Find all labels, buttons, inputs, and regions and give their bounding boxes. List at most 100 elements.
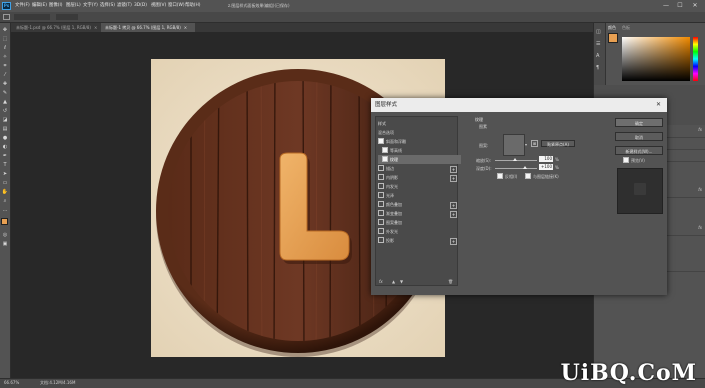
- lasso-tool-icon[interactable]: ℓ: [1, 44, 9, 52]
- tab-color[interactable]: 颜色: [608, 25, 616, 31]
- style-row[interactable]: 描边 +: [378, 164, 461, 173]
- scale-slider-handle[interactable]: [513, 158, 517, 161]
- minimize-button[interactable]: —: [660, 1, 672, 11]
- add-effect-icon[interactable]: +: [450, 238, 457, 245]
- tab-document-1[interactable]: 未标题-1.psd @ 66.7% (图层 1, RGB/8) ×: [12, 23, 100, 32]
- dodge-tool-icon[interactable]: ◐: [1, 143, 9, 151]
- brush-tool-icon[interactable]: ✎: [1, 89, 9, 97]
- style-checkbox[interactable]: [378, 228, 384, 234]
- quick-mask-icon[interactable]: ◎: [1, 231, 9, 239]
- new-preset-icon[interactable]: ⊞: [531, 140, 538, 147]
- style-checkbox[interactable]: [378, 219, 384, 225]
- scale-input[interactable]: 100: [539, 156, 553, 162]
- style-row[interactable]: 等高线: [378, 146, 461, 155]
- marquee-tool-icon[interactable]: ⬚: [1, 35, 9, 43]
- add-effect-icon[interactable]: +: [450, 211, 457, 218]
- type-tool-icon[interactable]: T: [1, 161, 9, 169]
- menu-item-10[interactable]: 帮助(H): [185, 2, 201, 10]
- foreground-color-swatch[interactable]: [1, 218, 8, 225]
- path-selection-tool-icon[interactable]: ➤: [1, 170, 9, 178]
- tab-document-2[interactable]: 未标题-1 拷贝 @ 66.7% (图层 1, RGB/8) ×: [101, 23, 195, 32]
- menu-item-9[interactable]: 窗口(W): [168, 2, 185, 10]
- depth-input[interactable]: +100: [539, 164, 553, 170]
- clone-stamp-tool-icon[interactable]: ▲: [1, 98, 9, 106]
- depth-slider-track[interactable]: [495, 168, 537, 169]
- healing-brush-tool-icon[interactable]: ✚: [1, 80, 9, 88]
- cancel-button[interactable]: 取消: [615, 132, 663, 141]
- tab-close-icon[interactable]: ×: [94, 25, 97, 30]
- style-row[interactable]: 渐变叠加 +: [378, 209, 461, 218]
- ok-button[interactable]: 确定: [615, 118, 663, 127]
- magic-wand-tool-icon[interactable]: ✧: [1, 53, 9, 61]
- style-row[interactable]: 斜面和浮雕: [378, 137, 461, 146]
- eraser-tool-icon[interactable]: ◪: [1, 116, 9, 124]
- style-row[interactable]: 图案叠加: [378, 218, 461, 227]
- invert-checkbox[interactable]: 反相(I): [497, 173, 517, 180]
- snap-to-origin-button[interactable]: 贴紧原点(A): [541, 140, 575, 147]
- add-effect-icon[interactable]: +: [450, 175, 457, 182]
- maximize-button[interactable]: ☐: [674, 1, 686, 11]
- menu-item-5[interactable]: 选择(S): [100, 2, 115, 10]
- chevron-down-icon[interactable]: ▾: [525, 142, 527, 147]
- more-tools-icon[interactable]: …: [1, 206, 9, 214]
- style-row[interactable]: 混合选项: [378, 128, 461, 137]
- style-checkbox[interactable]: [382, 156, 388, 162]
- close-window-button[interactable]: ✕: [689, 1, 701, 11]
- delete-effect-icon[interactable]: 🗑: [448, 279, 453, 284]
- depth-slider-handle[interactable]: [523, 166, 527, 169]
- menu-item-7[interactable]: 3D(D): [134, 2, 147, 10]
- gradient-tool-icon[interactable]: ▤: [1, 125, 9, 133]
- hand-tool-icon[interactable]: ✋: [1, 188, 9, 196]
- menu-item-6[interactable]: 滤镜(T): [117, 2, 132, 10]
- tool-preset-icon[interactable]: [3, 14, 10, 20]
- blur-tool-icon[interactable]: ●: [1, 134, 9, 142]
- style-row[interactable]: 光泽: [378, 191, 461, 200]
- style-row[interactable]: 颜色叠加 +: [378, 200, 461, 209]
- checkbox-box[interactable]: [623, 157, 629, 163]
- tab-swatches[interactable]: 色板: [622, 25, 630, 31]
- move-down-icon[interactable]: ▼: [400, 279, 403, 284]
- properties-panel-icon[interactable]: ☰: [596, 41, 600, 47]
- link-with-layer-checkbox[interactable]: 与图层链接(K): [525, 173, 559, 180]
- style-row[interactable]: 内阴影 +: [378, 173, 461, 182]
- style-checkbox[interactable]: [378, 210, 384, 216]
- menu-item-2[interactable]: 图像(I): [49, 2, 63, 10]
- style-checkbox[interactable]: [378, 192, 384, 198]
- shape-tool-icon[interactable]: ▭: [1, 179, 9, 187]
- crop-tool-icon[interactable]: ⌗: [1, 62, 9, 70]
- style-checkbox[interactable]: [382, 147, 388, 153]
- dialog-close-icon[interactable]: ✕: [656, 98, 661, 112]
- history-brush-tool-icon[interactable]: ↺: [1, 107, 9, 115]
- zoom-level[interactable]: 66.67%: [4, 380, 19, 385]
- tab-close-icon[interactable]: ×: [184, 25, 187, 30]
- style-checkbox[interactable]: [378, 174, 384, 180]
- menu-item-4[interactable]: 文字(Y): [83, 2, 98, 10]
- add-effect-icon[interactable]: +: [450, 166, 457, 173]
- checkbox-box[interactable]: [497, 173, 503, 179]
- screen-mode-icon[interactable]: ▣: [1, 240, 9, 248]
- pen-tool-icon[interactable]: ✒: [1, 152, 9, 160]
- hue-slider[interactable]: [693, 37, 698, 81]
- menu-item-1[interactable]: 编辑(E): [32, 2, 47, 10]
- menu-item-0[interactable]: 文件(F): [15, 2, 30, 10]
- move-tool-icon[interactable]: ✥: [1, 26, 9, 34]
- color-picker-field[interactable]: [622, 37, 690, 81]
- checkbox-box[interactable]: [525, 173, 531, 179]
- style-checkbox[interactable]: [378, 201, 384, 207]
- style-row[interactable]: 纹理: [378, 155, 461, 164]
- style-row[interactable]: 投影 +: [378, 236, 461, 245]
- style-checkbox[interactable]: [378, 183, 384, 189]
- dialog-titlebar[interactable]: 图层样式 ✕: [371, 98, 667, 112]
- style-checkbox[interactable]: [378, 237, 384, 243]
- add-effect-icon[interactable]: +: [450, 202, 457, 209]
- menu-item-3[interactable]: 图层(L): [66, 2, 81, 10]
- color-foreground-swatch[interactable]: [608, 33, 618, 43]
- zoom-tool-icon[interactable]: ⌕: [1, 197, 9, 205]
- preview-checkbox[interactable]: 预览(V): [623, 157, 645, 164]
- eyedropper-tool-icon[interactable]: ⁄: [1, 71, 9, 79]
- style-row[interactable]: 内发光: [378, 182, 461, 191]
- pattern-picker[interactable]: [503, 134, 525, 156]
- move-up-icon[interactable]: ▲: [392, 279, 395, 284]
- options-field[interactable]: [14, 14, 50, 20]
- character-panel-icon[interactable]: A: [596, 53, 599, 59]
